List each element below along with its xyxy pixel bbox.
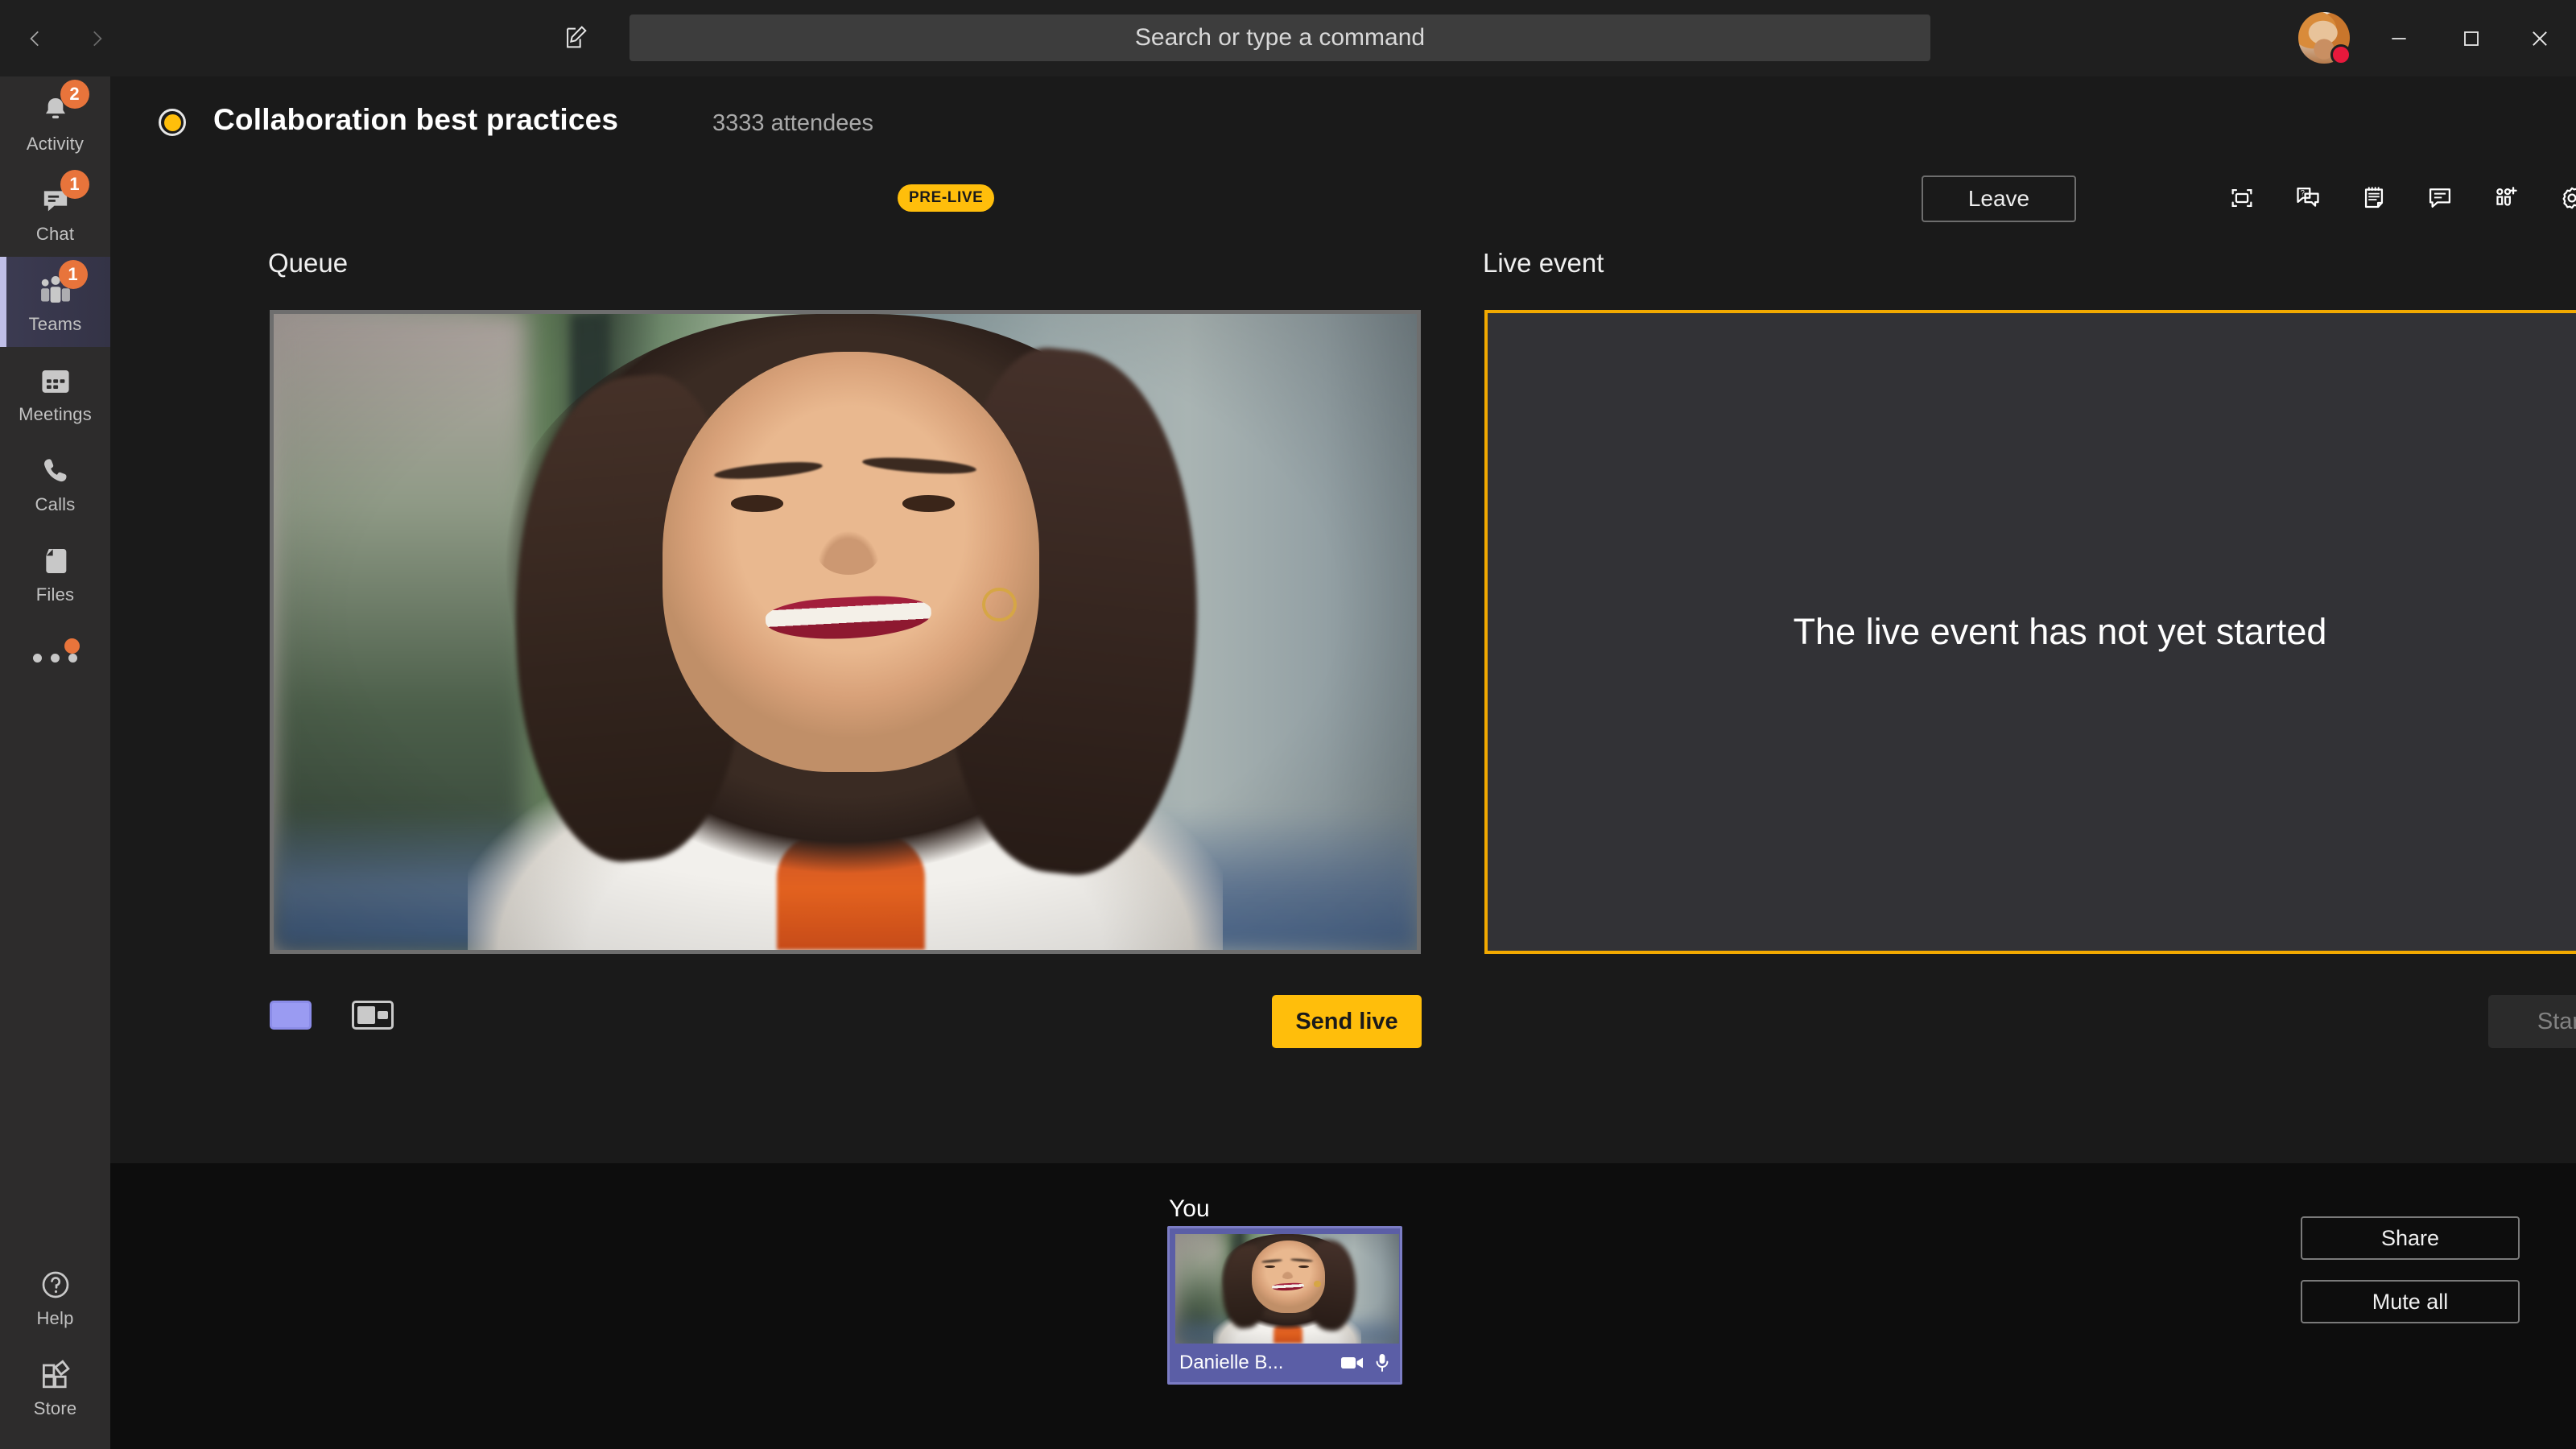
search-placeholder-text: Search or type a command (1134, 24, 1426, 51)
page-title: Collaboration best practices (213, 103, 619, 136)
microphone-icon[interactable] (1374, 1352, 1390, 1373)
qna-icon[interactable]: ? (2285, 175, 2330, 220)
minimize-button[interactable] (2363, 0, 2435, 76)
nav-arrows (18, 21, 114, 56)
sidebar-item-label: Help (36, 1307, 74, 1328)
rail-bottom-group: Help Store (0, 1251, 110, 1431)
participant-video (1175, 1234, 1399, 1344)
close-button[interactable] (2504, 0, 2576, 76)
layout-split-button[interactable] (352, 1001, 394, 1030)
phone-icon (39, 450, 72, 487)
help-icon (39, 1264, 72, 1301)
event-toolbar: ? (2219, 175, 2576, 220)
sidebar-item-store[interactable]: Store (0, 1341, 110, 1431)
calendar-icon (39, 360, 72, 397)
back-button[interactable] (18, 21, 53, 56)
forward-button[interactable] (79, 21, 114, 56)
sidebar-item-label: Meetings (19, 403, 92, 424)
svg-text:?: ? (2300, 188, 2304, 196)
fullscreen-icon[interactable] (2219, 175, 2264, 220)
share-button[interactable]: Share (2301, 1216, 2520, 1260)
live-status-icon (159, 109, 186, 136)
sidebar-item-files[interactable]: Files (0, 527, 110, 617)
title-bar: Search or type a command (0, 0, 2576, 76)
video-camera-icon[interactable] (1340, 1354, 1364, 1372)
start-button[interactable]: Start (2488, 995, 2576, 1048)
you-label: You (1169, 1195, 1210, 1222)
chat-icon[interactable] (2417, 175, 2462, 220)
more-apps-button[interactable] (0, 617, 110, 698)
event-header: Collaboration best practices 3333 attend… (110, 76, 2576, 161)
left-nav-rail: 2 Activity 1 Chat 1 Teams Meetings Calls… (0, 76, 110, 1449)
add-people-icon[interactable] (2483, 175, 2528, 220)
sidebar-item-label: Files (35, 584, 75, 605)
live-event-message: The live event has not yet started (1793, 611, 2327, 652)
sidebar-item-meetings[interactable]: Meetings (0, 347, 110, 437)
attendee-count: 3333 attendees (712, 110, 873, 136)
search-input[interactable]: Search or type a command (630, 14, 1930, 61)
mute-all-button[interactable]: Mute all (2301, 1280, 2520, 1323)
live-panel-label: Live event (1483, 248, 1604, 278)
chat-badge: 1 (60, 169, 89, 199)
maximize-button[interactable] (2435, 0, 2508, 76)
teams-icon: 1 (38, 259, 88, 307)
participant-info-row: Danielle B... (1170, 1344, 1400, 1382)
avatar[interactable] (2298, 12, 2351, 65)
more-badge-dot (64, 638, 80, 654)
participant-tile[interactable]: Danielle B... (1167, 1226, 1402, 1385)
teams-badge: 1 (58, 259, 88, 289)
sidebar-item-label: Calls (35, 493, 76, 514)
store-icon (39, 1354, 72, 1391)
sidebar-item-label: Activity (26, 133, 85, 154)
status-badge: PRE-LIVE (898, 184, 995, 212)
presence-badge (2330, 44, 2351, 65)
compose-icon[interactable] (555, 18, 596, 58)
sidebar-item-label: Store (33, 1397, 77, 1418)
chat-icon: 1 (39, 169, 89, 217)
sidebar-item-activity[interactable]: 2 Activity (0, 76, 110, 167)
sidebar-item-calls[interactable]: Calls (0, 437, 110, 527)
queue-video-preview[interactable] (270, 310, 1421, 954)
leave-button[interactable]: Leave (1922, 175, 2076, 222)
participants-bar: You Danielle B... (110, 1163, 2576, 1449)
notes-icon[interactable] (2351, 175, 2396, 220)
sidebar-item-label: Teams (28, 313, 82, 334)
sidebar-item-label: Chat (35, 223, 75, 244)
layout-single-button[interactable] (270, 1001, 312, 1030)
sidebar-item-help[interactable]: Help (0, 1251, 110, 1341)
queue-panel-label: Queue (268, 248, 349, 278)
files-icon (40, 540, 71, 577)
sidebar-item-teams[interactable]: 1 Teams (0, 257, 110, 347)
activity-badge: 2 (60, 79, 89, 109)
send-live-button[interactable]: Send live (1272, 995, 1422, 1048)
queue-video-image (274, 314, 1417, 950)
layout-selector (270, 1001, 394, 1030)
bell-icon: 2 (39, 79, 89, 126)
participant-name: Danielle B... (1179, 1352, 1284, 1373)
more-dots-icon (33, 653, 77, 663)
live-event-stage: The live event has not yet started (1484, 310, 2576, 954)
gear-icon[interactable] (2549, 175, 2576, 220)
live-event-producer-view: Collaboration best practices 3333 attend… (110, 76, 2576, 1163)
sidebar-item-chat[interactable]: 1 Chat (0, 167, 110, 257)
